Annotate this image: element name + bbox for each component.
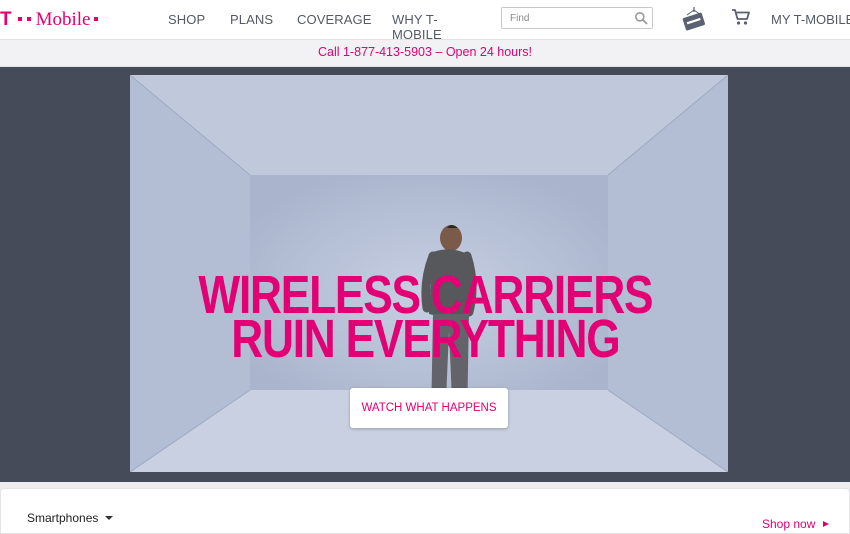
hero-headline-line-2: RUIN EVERYTHING: [231, 309, 621, 369]
logo-dots: [17, 17, 31, 21]
caret-down-icon: [105, 516, 114, 520]
search-input[interactable]: [510, 11, 630, 26]
bottom-card: [0, 488, 850, 534]
nav-item-coverage[interactable]: COVERAGE: [297, 12, 371, 27]
search-icon[interactable]: [634, 11, 648, 25]
store-sign-icon[interactable]: [682, 6, 706, 32]
nav-item-shop[interactable]: SHOP: [168, 12, 205, 27]
shop-now-link[interactable]: Shop now: [762, 517, 830, 531]
shopping-cart-icon[interactable]: [731, 8, 751, 26]
logo-tail-dot: [93, 17, 98, 21]
t-mobile-logo[interactable]: T Mobile: [0, 6, 98, 32]
bottom-shop-strip: [0, 482, 850, 534]
hero-banner: WIRELESS CARRIERS RUIN EVERYTHING WATCH …: [0, 67, 850, 482]
site-header: T Mobile SHOP PLANS COVERAGE WHY T-MOBIL…: [0, 0, 850, 42]
watch-what-happens-button[interactable]: WATCH WHAT HAPPENS: [350, 388, 508, 428]
promo-call-link[interactable]: Call 1-877-413-5903 – Open 24 hours!: [318, 45, 532, 59]
search-box: [501, 7, 653, 29]
nav-item-plans[interactable]: PLANS: [230, 12, 273, 27]
logo-t: T: [0, 8, 12, 30]
promo-bar: Call 1-877-413-5903 – Open 24 hours!: [0, 40, 850, 67]
nav-item-why-t-mobile[interactable]: WHY T-MOBILE: [392, 12, 442, 42]
smartphones-dropdown[interactable]: Smartphones: [27, 511, 114, 525]
my-t-mobile-link[interactable]: MY T-MOBILE: [771, 12, 850, 27]
shop-now-label: Shop now: [762, 517, 816, 531]
logo-word: Mobile: [35, 8, 91, 30]
arrow-right-icon: [823, 521, 830, 527]
dropdown-label: Smartphones: [27, 511, 99, 525]
